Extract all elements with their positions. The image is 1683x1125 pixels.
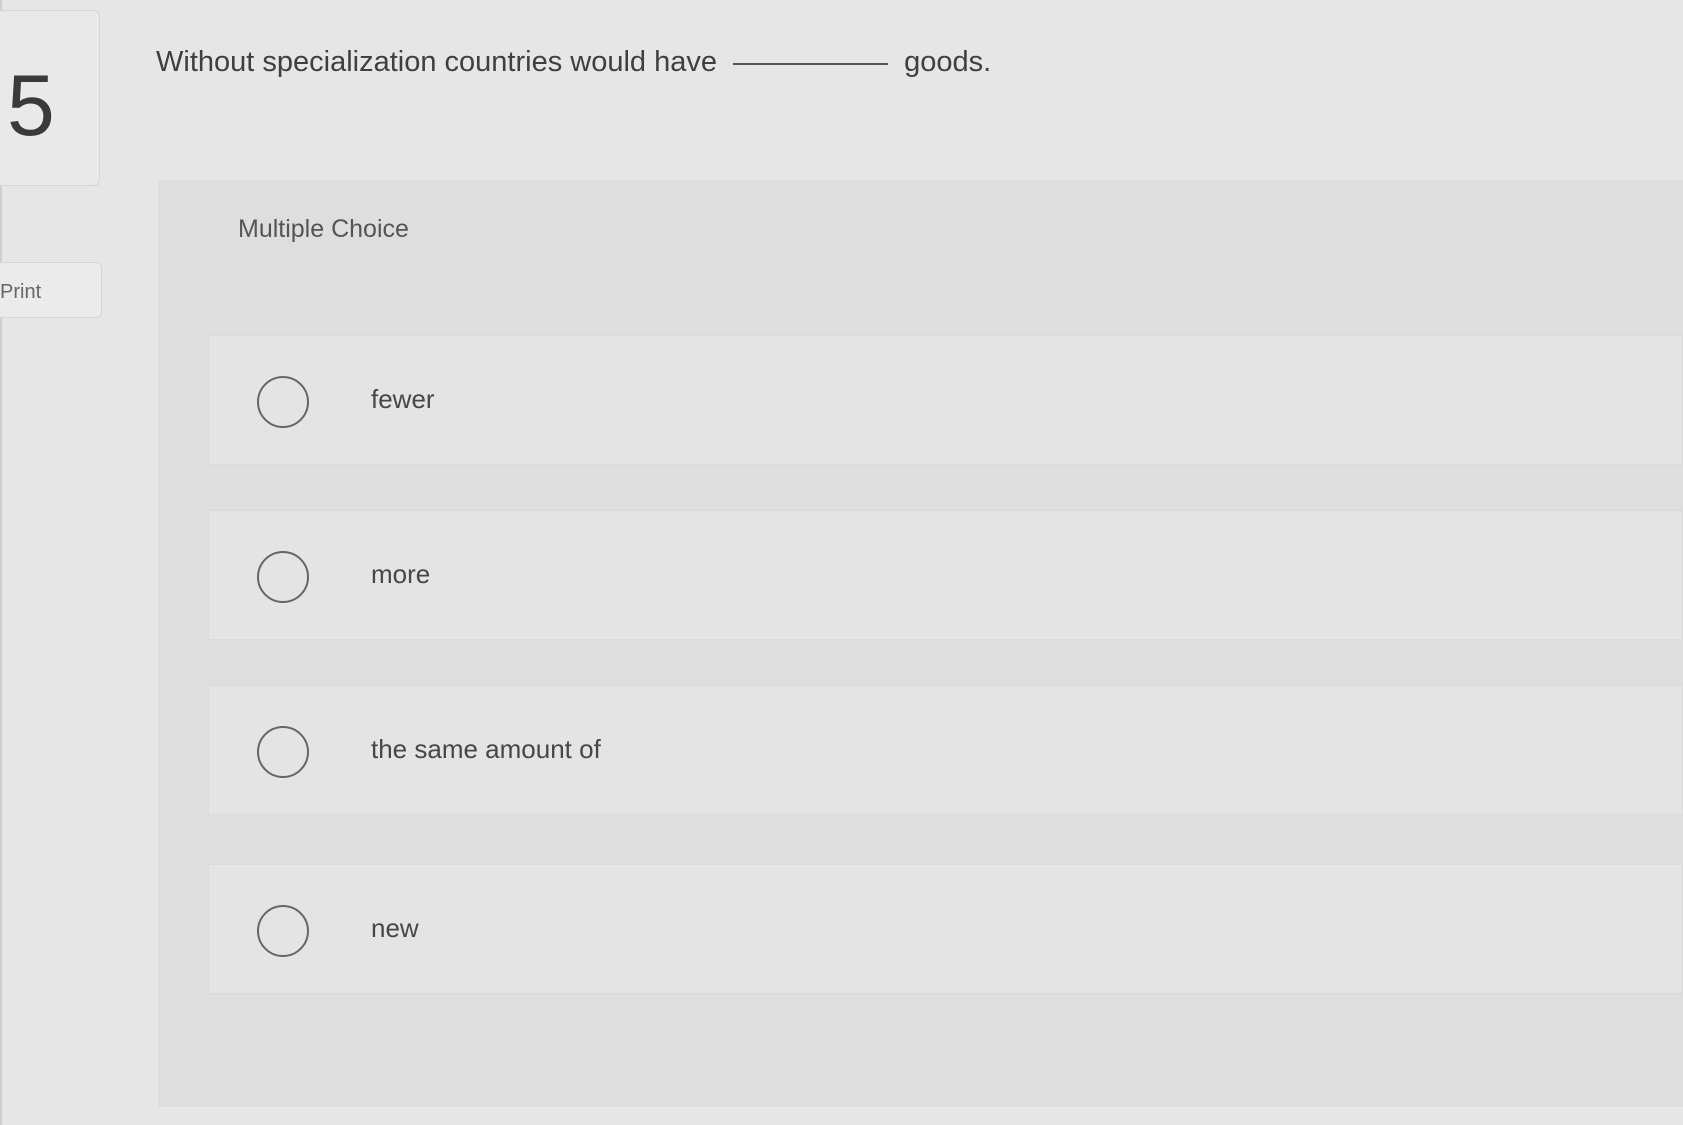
answer-option-more[interactable]: more [208,510,1683,640]
question-stem-end: goods. [904,46,992,78]
answer-option-label: more [371,559,431,589]
print-label: Print [0,281,42,303]
answer-option-new[interactable]: new [208,864,1683,994]
question-stem-start: Without specialization countries would h… [156,46,717,78]
question-number: 5 [7,58,55,154]
radio-button-same-amount[interactable] [257,726,309,778]
radio-button-more[interactable] [257,551,309,603]
question-number-card: 5 [0,10,100,186]
radio-button-new[interactable] [257,905,309,957]
answer-option-same-amount[interactable]: the same amount of [208,685,1683,815]
radio-button-fewer[interactable] [257,376,309,428]
question-type-label: Multiple Choice [238,215,409,243]
answer-option-fewer[interactable]: fewer [208,335,1683,465]
answer-option-label: the same amount of [371,734,601,764]
answer-option-label: fewer [371,384,435,414]
answer-option-label: new [371,913,419,943]
fill-in-blank [733,63,889,65]
question-stem: Without specialization countries would h… [156,46,991,79]
